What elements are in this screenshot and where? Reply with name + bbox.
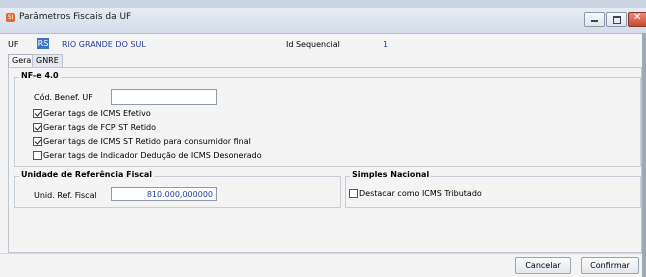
- uf-name: RIO GRANDE DO SUL: [62, 40, 146, 49]
- checkbox-destacar-icms-label: Destacar como ICMS Tributado: [359, 189, 482, 198]
- app-icon: SI: [6, 13, 15, 22]
- id-sequencial-label: Id Sequencial: [286, 40, 340, 49]
- uf-label: UF: [8, 40, 19, 49]
- tab-gnre[interactable]: GNRE: [32, 54, 63, 68]
- window-title: Parâmetros Fiscais da UF: [19, 12, 132, 22]
- minimize-icon: [591, 20, 598, 22]
- checkbox-fcp-st-retido[interactable]: [33, 123, 42, 132]
- simples-group-title: Simples Nacional: [350, 170, 432, 179]
- footer-separator: [0, 253, 646, 254]
- id-sequencial-value: 1: [383, 40, 389, 49]
- close-button[interactable]: ✕: [628, 12, 646, 27]
- checkbox-destacar-icms[interactable]: [349, 189, 358, 198]
- checkbox-deducao-icms[interactable]: [33, 151, 42, 160]
- cod-benef-label: Cód. Benef. UF: [34, 93, 93, 102]
- cancel-button[interactable]: Cancelar: [515, 257, 571, 274]
- unid-ref-fiscal-label: Unid. Ref. Fiscal: [34, 191, 97, 200]
- dialog-window: SI Parâmetros Fiscais da UF ✕ UF RS RIO …: [0, 0, 646, 277]
- maximize-button[interactable]: [606, 12, 627, 27]
- checkmark-icon: [34, 109, 42, 117]
- unidade-group-title: Unidade de Referência Fiscal: [19, 170, 155, 179]
- window-edge: [642, 33, 646, 277]
- checkbox-fcp-st-retido-label: Gerar tags de FCP ST Retido: [43, 123, 157, 132]
- checkbox-deducao-icms-label: Gerar tags de Indicador Dedução de ICMS …: [43, 151, 262, 160]
- desktop-strip: [0, 0, 646, 8]
- checkmark-icon: [34, 123, 42, 131]
- close-icon: ✕: [633, 12, 642, 23]
- cod-benef-input[interactable]: [111, 89, 217, 105]
- confirm-button[interactable]: Confirmar: [581, 257, 639, 274]
- uf-code-field[interactable]: RS: [37, 38, 49, 49]
- unid-ref-fiscal-input[interactable]: 810.000,000000: [111, 187, 217, 201]
- checkbox-icms-efetivo-label: Gerar tags de ICMS Efetivo: [43, 109, 151, 118]
- checkbox-icms-st-retido-label: Gerar tags de ICMS ST Retido para consum…: [43, 137, 251, 146]
- checkbox-icms-st-retido[interactable]: [33, 137, 42, 146]
- checkbox-icms-efetivo[interactable]: [33, 109, 42, 118]
- minimize-button[interactable]: [584, 12, 605, 27]
- nfe-group-title: NF-e 4.0: [19, 71, 61, 80]
- maximize-icon: [613, 16, 621, 24]
- checkmark-icon: [34, 137, 42, 145]
